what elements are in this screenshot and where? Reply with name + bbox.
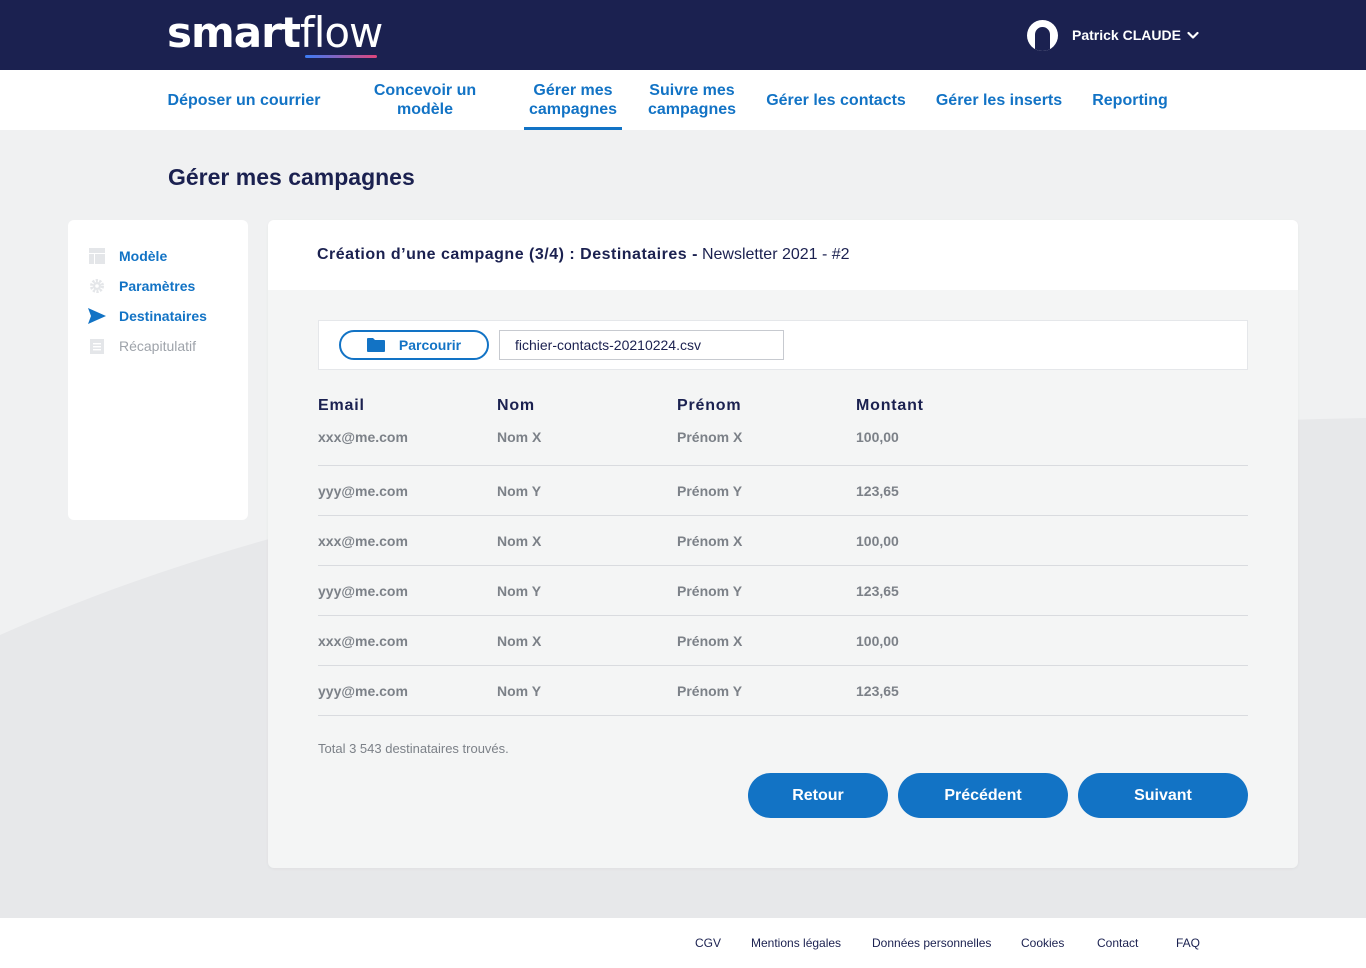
cell-montant: 100,00 [856, 429, 899, 445]
column-header-montant: Montant [856, 396, 924, 414]
footer-link-faq[interactable]: FAQ [1176, 936, 1200, 950]
column-header-email: Email [318, 396, 365, 414]
cell-nom: Nom Y [497, 482, 542, 499]
nav-concevoir-modele[interactable]: Concevoir un modèle [360, 70, 490, 130]
chevron-down-icon [1187, 31, 1199, 39]
step-parametres[interactable]: Paramètres [88, 276, 195, 296]
cell-prenom: Prénom Y [677, 482, 743, 499]
cell-prenom: Prénom Y [677, 682, 743, 699]
user-menu[interactable]: Patrick CLAUDE [1027, 19, 1199, 51]
footer-link-mentions-legales[interactable]: Mentions légales [751, 936, 841, 950]
cell-nom: Nom Y [497, 682, 542, 699]
page-title: Gérer mes campagnes [168, 164, 415, 190]
logo-underline [305, 55, 377, 58]
top-bar: smartflow Patrick CLAUDE [0, 0, 1366, 70]
total-recipients: Total 3 543 destinataires trouvés. [318, 741, 509, 756]
footer-link-cgv[interactable]: CGV [695, 936, 721, 950]
steps-sidebar: Modèle Paramètres Destinataires Récapitu… [68, 220, 248, 520]
table-row: yyy@me.com Nom Y Prénom Y 123,65 [318, 466, 1248, 516]
step-recapitulatif[interactable]: Récapitulatif [88, 336, 196, 356]
recipients-table: Email Nom Prénom Montant xxx@me.com Nom … [318, 388, 1248, 716]
card-header: Création d’une campagne (3/4) : Destinat… [268, 220, 1298, 290]
cell-email: xxx@me.com [318, 532, 408, 549]
cell-montant: 100,00 [856, 532, 899, 549]
document-icon [88, 337, 106, 355]
cell-montant: 123,65 [856, 482, 899, 499]
nav-gerer-campagnes[interactable]: Gérer mes campagnes [524, 70, 622, 130]
column-header-nom: Nom [497, 396, 535, 414]
nav-suivre-campagnes[interactable]: Suivre mes campagnes [642, 70, 742, 130]
cell-prenom: Prénom X [677, 532, 743, 549]
footer-link-donnees-personnelles[interactable]: Données personnelles [872, 936, 991, 950]
browse-label: Parcourir [398, 337, 462, 353]
cell-montant: 123,65 [856, 682, 899, 699]
step-modele[interactable]: Modèle [88, 246, 167, 266]
footer-link-cookies[interactable]: Cookies [1021, 936, 1064, 950]
previous-button[interactable]: Précédent [898, 773, 1068, 818]
table-row: yyy@me.com Nom Y Prénom Y 123,65 [318, 666, 1248, 716]
card-title: Création d’une campagne (3/4) : Destinat… [317, 246, 850, 263]
campaign-name: Newsletter 2021 - #2 [701, 246, 850, 263]
cell-nom: Nom X [497, 429, 542, 445]
nav-gerer-inserts[interactable]: Gérer les inserts [928, 70, 1070, 130]
cell-montant: 123,65 [856, 582, 899, 599]
table-header: Email Nom Prénom Montant [318, 388, 1248, 423]
footer-link-contact[interactable]: Contact [1097, 936, 1138, 950]
step-label: Destinataires [119, 308, 207, 324]
send-icon [88, 307, 106, 325]
cell-nom: Nom Y [497, 582, 542, 599]
cell-email: yyy@me.com [318, 582, 408, 599]
campaign-card: Création d’une campagne (3/4) : Destinat… [268, 220, 1298, 868]
table-row: xxx@me.com Nom X Prénom X 100,00 [318, 423, 1248, 466]
cell-nom: Nom X [497, 632, 542, 649]
nav-reporting[interactable]: Reporting [1084, 70, 1176, 130]
cell-prenom: Prénom Y [677, 582, 743, 599]
cell-email: xxx@me.com [318, 429, 408, 445]
folder-icon [366, 338, 385, 352]
cell-prenom: Prénom X [677, 632, 743, 649]
table-row: xxx@me.com Nom X Prénom X 100,00 [318, 516, 1248, 566]
smartflow-logo[interactable]: smartflow [167, 8, 383, 58]
browse-button[interactable]: Parcourir [339, 330, 489, 360]
step-label: Modèle [119, 248, 168, 264]
layout-icon [88, 247, 106, 265]
table-row: yyy@me.com Nom Y Prénom Y 123,65 [318, 566, 1248, 616]
column-header-prenom: Prénom [677, 396, 742, 414]
next-button[interactable]: Suivant [1078, 773, 1248, 818]
cell-email: yyy@me.com [318, 682, 408, 699]
step-label: Paramètres [119, 278, 196, 294]
nav-deposer-courrier[interactable]: Déposer un courrier [160, 70, 328, 130]
cell-nom: Nom X [497, 532, 542, 549]
file-upload: Parcourir [318, 320, 1248, 370]
avatar-icon [1027, 19, 1058, 51]
cell-prenom: Prénom X [677, 429, 743, 445]
footer: CGV Mentions légales Données personnelle… [0, 918, 1366, 968]
step-destinataires[interactable]: Destinataires [88, 306, 207, 326]
table-row: xxx@me.com Nom X Prénom X 100,00 [318, 616, 1248, 666]
main-nav: Déposer un courrier Concevoir un modèle … [0, 70, 1366, 130]
step-label: Récapitulatif [119, 338, 197, 354]
file-name-field[interactable] [499, 330, 784, 360]
cell-email: yyy@me.com [318, 482, 408, 499]
cell-montant: 100,00 [856, 632, 899, 649]
user-name: Patrick CLAUDE [1072, 27, 1181, 43]
cell-email: xxx@me.com [318, 632, 408, 649]
gear-icon [88, 277, 106, 295]
nav-gerer-contacts[interactable]: Gérer les contacts [758, 70, 914, 130]
back-button[interactable]: Retour [748, 773, 888, 818]
